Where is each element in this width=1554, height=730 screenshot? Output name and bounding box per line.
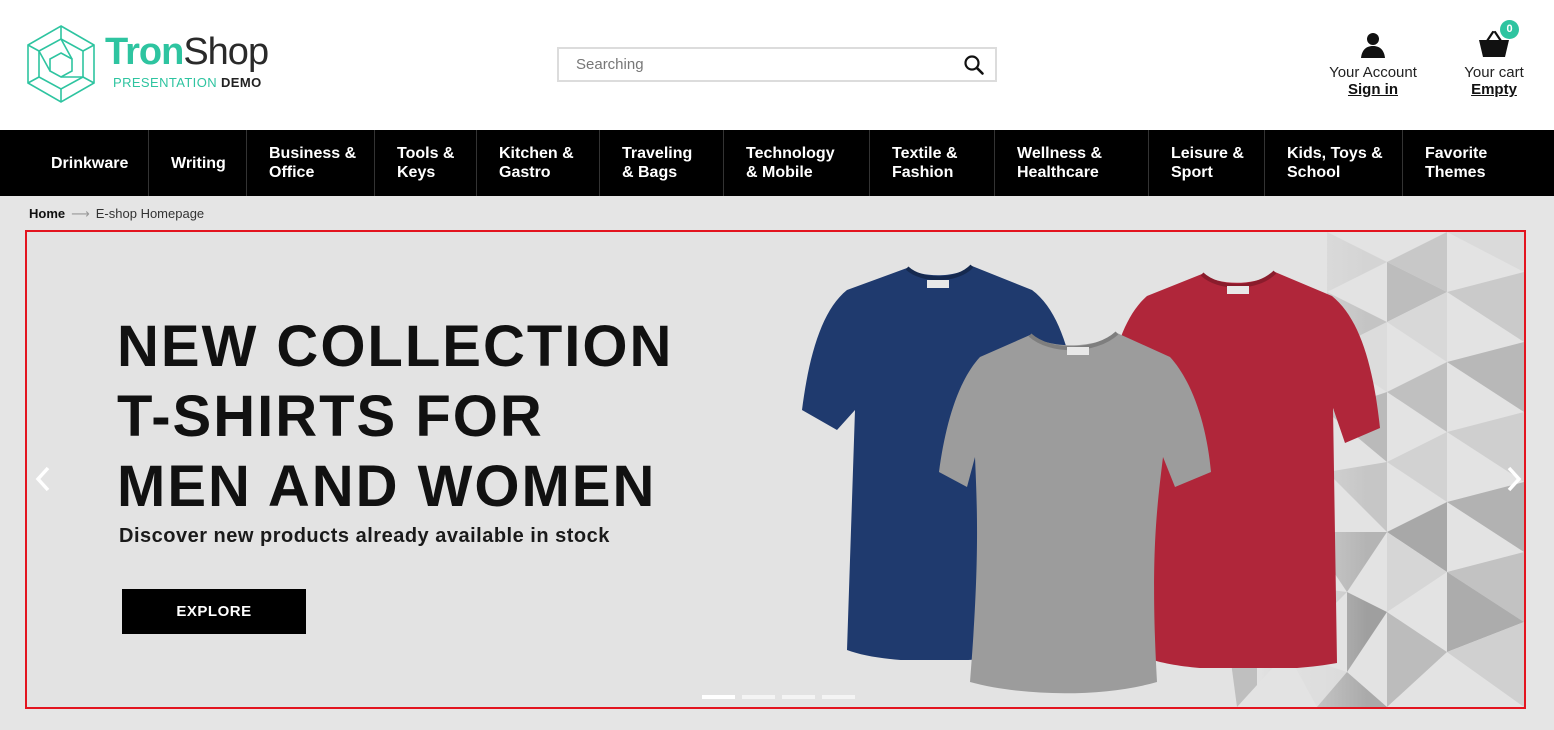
- cart-widget[interactable]: 0 Your cart Empty: [1455, 20, 1533, 100]
- logo-cube-icon: [27, 25, 95, 103]
- slider-dot-2[interactable]: [742, 695, 775, 699]
- nav-item-drinkware[interactable]: Drinkware: [0, 130, 149, 196]
- hero-slider: NEW COLLECTION T-SHIRTS FOR MEN AND WOME…: [25, 230, 1526, 709]
- nav-item-wellness-healthcare[interactable]: Wellness & Healthcare: [995, 130, 1149, 196]
- account-widget[interactable]: Your Account Sign in: [1318, 30, 1428, 100]
- logo-word-tron: Tron: [105, 31, 184, 73]
- hero-headline-line-2: T-SHIRTS FOR: [117, 384, 544, 449]
- nav-item-leisure-sport[interactable]: Leisure & Sport: [1149, 130, 1265, 196]
- slider-dot-1[interactable]: [702, 695, 735, 699]
- cart-label: Your cart: [1464, 64, 1524, 81]
- grey-tshirt-image: [939, 331, 1211, 694]
- nav-item-traveling-bags[interactable]: Traveling & Bags: [600, 130, 724, 196]
- breadcrumb-current: E-shop Homepage: [95, 206, 205, 221]
- slider-prev-icon[interactable]: [33, 464, 53, 494]
- slider-dot-4[interactable]: [822, 695, 855, 699]
- breadcrumb-home[interactable]: Home: [29, 206, 65, 221]
- cart-status-link[interactable]: Empty: [1455, 81, 1533, 98]
- main-content: Home ⟶ E-shop Homepage NEW COLLECTION T-…: [0, 196, 1554, 730]
- sign-in-link[interactable]: Sign in: [1318, 81, 1428, 98]
- nav-item-business-office[interactable]: Business & Office: [247, 130, 375, 196]
- nav-item-kitchen-gastro[interactable]: Kitchen & Gastro: [477, 130, 600, 196]
- search-box: [557, 47, 997, 82]
- logo-wordmark: TronShop: [105, 31, 269, 73]
- logo-subtitle: PRESENTATION DEMO: [113, 75, 262, 90]
- cart-count-badge: 0: [1500, 20, 1519, 39]
- site-header: TronShop PRESENTATION DEMO Your Account …: [0, 0, 1554, 130]
- nav-item-textile-fashion[interactable]: Textile & Fashion: [870, 130, 995, 196]
- nav-item-favorite-themes[interactable]: Favorite Themes: [1403, 130, 1554, 196]
- search-icon[interactable]: [963, 54, 985, 76]
- account-label: Your Account: [1329, 64, 1417, 81]
- logo[interactable]: TronShop PRESENTATION DEMO: [27, 25, 277, 103]
- hero-headline-line-3: MEN AND WOMEN: [117, 454, 657, 519]
- slider-next-icon[interactable]: [1504, 464, 1524, 494]
- hero-headline: NEW COLLECTION T-SHIRTS FOR MEN AND WOME…: [117, 312, 673, 522]
- logo-sub-demo: DEMO: [221, 75, 262, 90]
- logo-sub-presentation: PRESENTATION: [113, 75, 217, 90]
- user-icon: [1361, 33, 1385, 58]
- hero-headline-line-1: NEW COLLECTION: [117, 314, 674, 379]
- nav-item-tools-keys[interactable]: Tools & Keys: [375, 130, 477, 196]
- breadcrumb-arrow-icon: ⟶: [71, 206, 90, 221]
- category-nav: Drinkware Writing Business & Office Tool…: [0, 130, 1554, 196]
- nav-item-technology-mobile[interactable]: Technology & Mobile: [724, 130, 870, 196]
- hero-subline: Discover new products already available …: [119, 525, 610, 547]
- logo-word-shop: Shop: [183, 31, 269, 73]
- breadcrumb: Home ⟶ E-shop Homepage: [29, 206, 204, 222]
- nav-item-writing[interactable]: Writing: [149, 130, 247, 196]
- slider-dot-3[interactable]: [782, 695, 815, 699]
- explore-button[interactable]: EXPLORE: [122, 589, 306, 634]
- search-input[interactable]: [559, 49, 956, 80]
- nav-item-kids-toys-school[interactable]: Kids, Toys & School: [1265, 130, 1403, 196]
